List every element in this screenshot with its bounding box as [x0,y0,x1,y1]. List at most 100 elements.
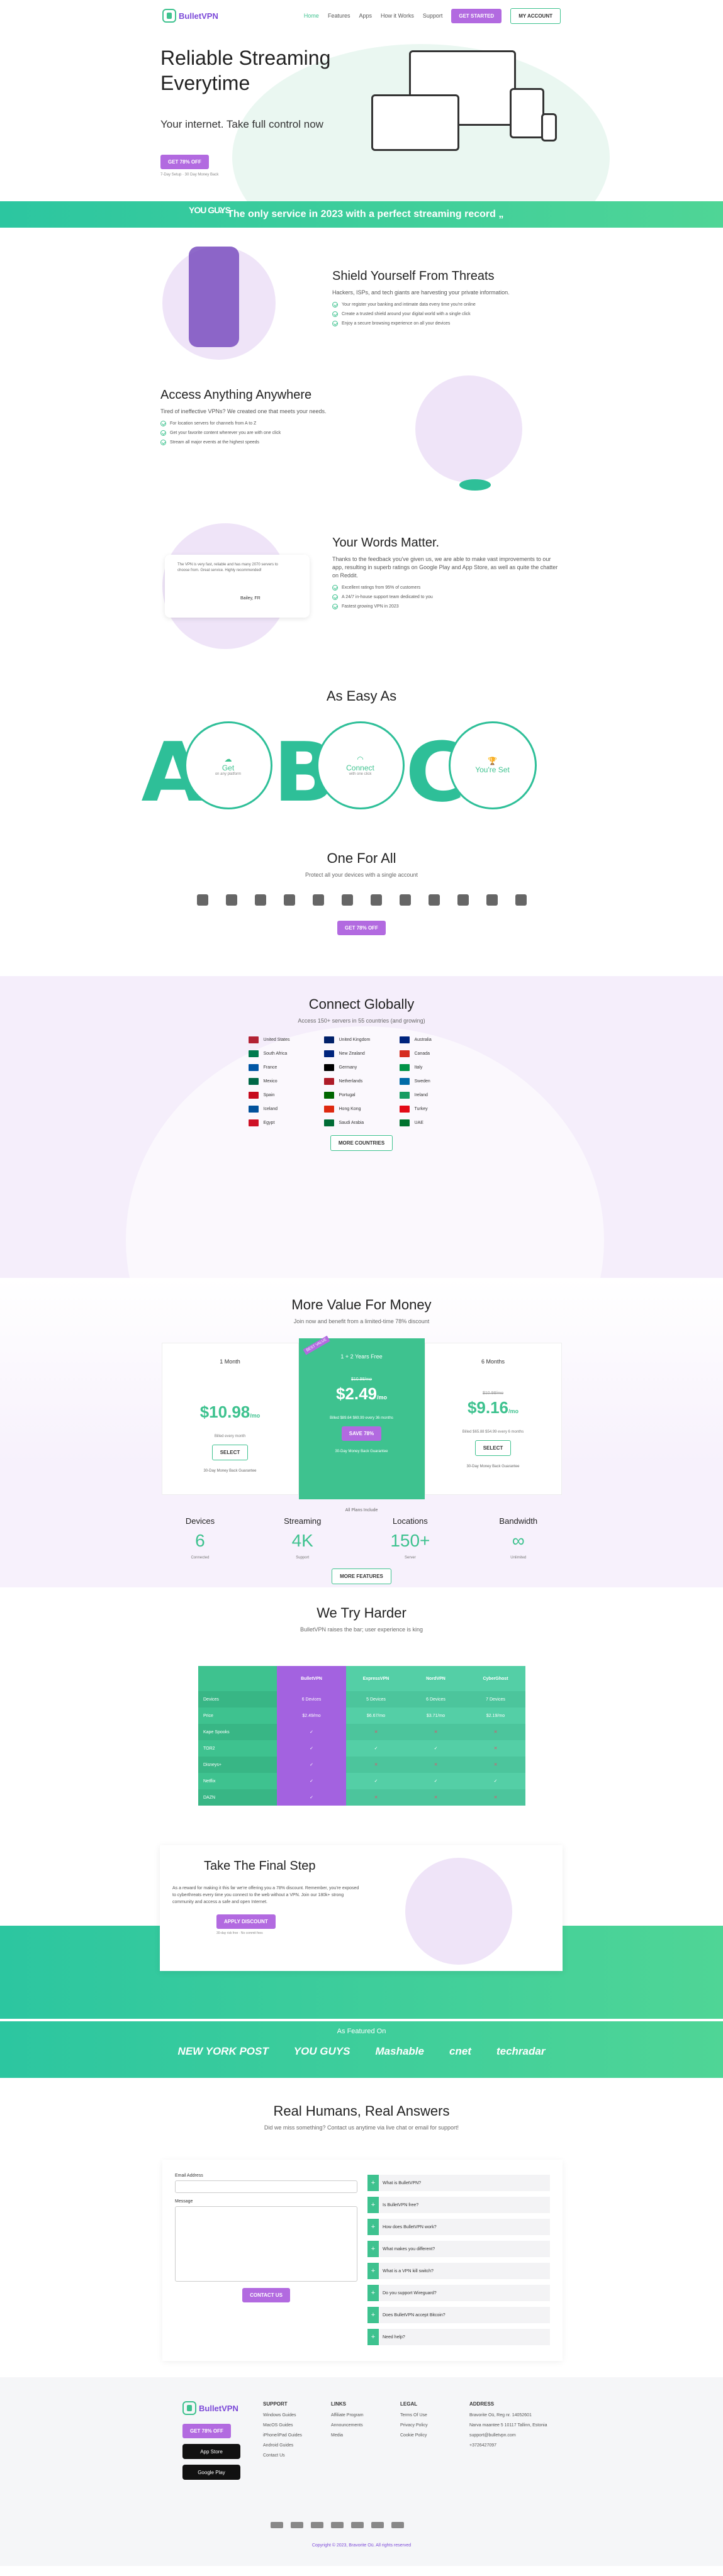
plan-guarantee: 30-Day Money Back Guarantee [466,1465,520,1468]
flag-icon [248,1106,259,1113]
faq-item[interactable]: + Need help? [367,2329,550,2345]
country-item: Egypt [248,1119,324,1126]
android-icon[interactable] [254,894,266,906]
check-icon [332,585,338,591]
flag-icon [399,1092,410,1099]
compare-sub: BulletVPN raises the bar; user experienc… [300,1626,423,1633]
google-play-button[interactable]: Google Play [182,2465,240,2480]
faq-item[interactable]: + What is a VPN kill switch? [367,2263,550,2279]
list-item: Excellent ratings from 95% of customers [332,585,559,591]
step-get: ☁ Get on any platform [184,721,272,809]
pricing-sub: Join now and benefit from a limited-time… [293,1318,430,1324]
country-item: Hong Kong [323,1106,400,1113]
more-countries-button[interactable]: MORE COUNTRIES [330,1135,393,1151]
footer-link[interactable]: Announcements [331,2423,364,2428]
plan-price: $2.49/mo [335,1384,388,1403]
nav-how-it-works[interactable]: How it Works [381,13,414,19]
easy-section: As Easy As A ☁ Get on any platform B ◠ C… [0,688,723,831]
save-button[interactable]: SAVE 78% [341,1426,382,1441]
words-title: Your Words Matter. [332,536,440,550]
reviewer-name: Bailey, FR [240,596,261,601]
my-account-button[interactable]: MY ACCOUNT [510,8,561,24]
shield-section: Shield Yourself From Threats Hackers, IS… [0,228,723,375]
top-navigation: BulletVPN Home Features Apps How it Work… [0,0,723,31]
footer-logo[interactable]: BulletVPN [182,2401,240,2415]
footer-links: LINKS Affiliate Program Announcements Me… [331,2401,364,2438]
step-sub: on any platform [215,772,242,776]
apply-discount-button[interactable]: APPLY DISCOUNT [216,1914,276,1929]
footer-link[interactable]: iPhone/iPad Guides [263,2433,302,2438]
pricing-title: More Value For Money [291,1297,432,1313]
app-store-button[interactable]: App Store [182,2444,240,2459]
comparison-table: BulletVPN ExpressVPN NordVPN CyberGhost Devi… [198,1666,525,1806]
playstation-icon[interactable] [486,894,498,906]
tablet-icon [510,88,544,138]
contact-title: Real Humans, Real Answers [273,2103,450,2119]
you-guys-logo: YOU GUYS [189,205,231,215]
copyright: Copyright © 2023, Bravorite Oü. All righ… [311,2543,412,2548]
flag-icon [399,1050,410,1057]
plan-price: $10.98/mo [199,1402,261,1421]
hero-cta-button[interactable]: GET 78% OFF [160,155,209,169]
portal-icon [459,479,491,491]
step-set: 🏆 You're Set [448,721,537,809]
apple-icon[interactable] [225,894,237,906]
nav-features[interactable]: Features [328,13,350,19]
plus-icon: + [367,2263,379,2279]
footer-link[interactable]: Cookie Policy [400,2433,428,2438]
xbox-icon[interactable] [457,894,469,906]
faq-item[interactable]: + What makes you different? [367,2241,550,2257]
windows-icon[interactable] [196,894,208,906]
country-item: Mexico [248,1078,324,1085]
cnet-logo: cnet [449,2045,471,2057]
chromecast-icon[interactable] [428,894,440,906]
flag-icon [399,1078,410,1085]
nav-support[interactable]: Support [423,13,443,19]
final-step-section: Take The Final Step As a reward for maki… [0,1845,723,2021]
brand-name: BulletVPN [179,11,218,21]
select-button[interactable]: SELECT [211,1445,249,1460]
footer-link[interactable]: Windows Guides [263,2413,302,2418]
list-item: A 24/7 in-house support team dedicated t… [332,594,559,600]
chrome-icon[interactable] [515,894,527,906]
phone-target-icon [189,247,239,347]
apple-tv-icon[interactable] [312,894,324,906]
hero-section: Reliable Streaming Everytime Your intern… [0,31,723,201]
plan-billing: Billed $65.88 $54.99 every 6 months [462,1430,524,1434]
contact-submit-button[interactable]: CONTACT US [242,2288,290,2302]
footer-cta-button[interactable]: GET 78% OFF [182,2424,231,2438]
footer-link[interactable]: Android Guides [263,2443,302,2448]
list-item: Get your favorite content wherever you a… [160,430,387,436]
one-for-all-cta[interactable]: GET 78% OFF [337,921,386,935]
footer-link[interactable]: Contact Us [263,2453,302,2458]
email-field[interactable] [175,2180,357,2193]
amazon-icon[interactable] [341,894,353,906]
footer-link[interactable]: Privacy Policy [400,2423,428,2428]
nav-apps[interactable]: Apps [359,13,372,19]
footer-link[interactable]: MacOS Guides [263,2423,302,2428]
select-button[interactable]: SELECT [474,1440,512,1456]
faq-item[interactable]: + Does BulletVPN accept Bitcoin? [367,2307,550,2323]
message-field[interactable] [175,2206,357,2282]
stat-devices: Devices 6 Connected [185,1516,215,1560]
footer-link[interactable]: Terms Of Use [400,2413,428,2418]
smart-tv-icon[interactable] [399,894,411,906]
android-tv-icon[interactable] [283,894,295,906]
faq-item[interactable]: + What is BulletVPN? [367,2175,550,2191]
plan-6-months[interactable]: 6 Months $10.98/mo $9.16/mo Billed $65.8… [424,1343,562,1495]
brand-logo[interactable]: BulletVPN [162,9,218,23]
footer-link[interactable]: Affiliate Program [331,2413,364,2418]
more-features-button[interactable]: MORE FEATURES [332,1568,391,1584]
faq-item[interactable]: + Do you support Wireguard? [367,2285,550,2301]
words-section: The VPN is very fast, reliable and has m… [0,523,723,688]
plan-1-month[interactable]: 1 Month $10.98/mo Billed every month SEL… [161,1343,299,1495]
flag-icon [399,1106,410,1113]
faq-item[interactable]: + How does BulletVPN work? [367,2219,550,2235]
plan-billing: Billed every month [214,1435,246,1438]
footer-link[interactable]: Media [331,2433,364,2438]
faq-item[interactable]: + Is BulletVPN free? [367,2197,550,2213]
get-started-button[interactable]: GET STARTED [451,8,502,23]
roku-icon[interactable] [370,894,382,906]
plan-3-years[interactable]: BEST VALUE 1 + 2 Years Free $10.98/mo $2… [298,1335,425,1499]
nav-home[interactable]: Home [304,13,319,19]
